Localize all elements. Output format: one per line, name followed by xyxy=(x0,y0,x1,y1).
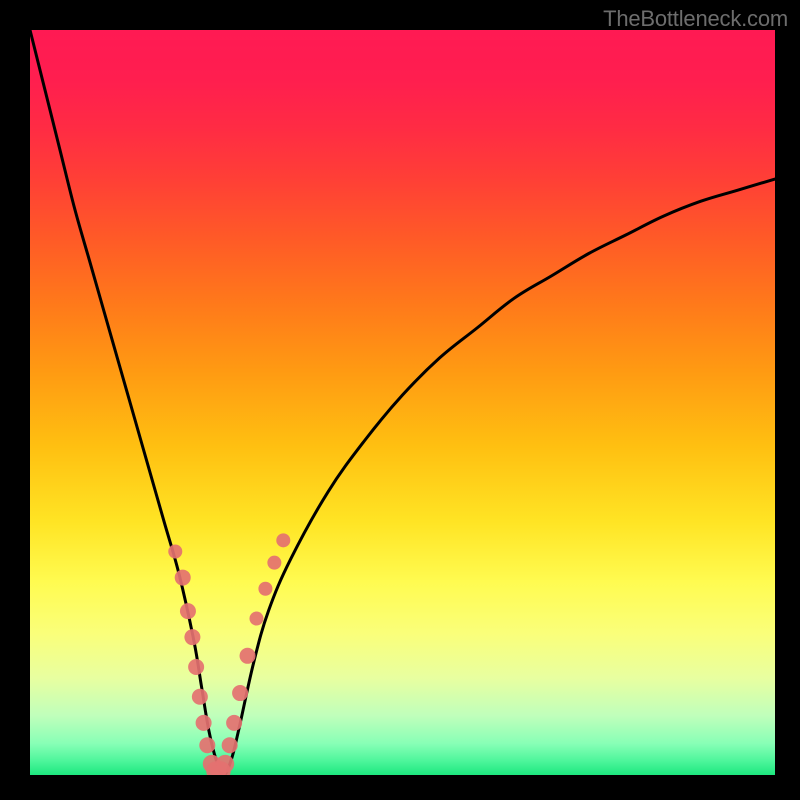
sample-point xyxy=(168,545,182,559)
sample-point xyxy=(258,582,272,596)
sample-point xyxy=(175,570,191,586)
watermark-text: TheBottleneck.com xyxy=(603,6,788,32)
sample-point xyxy=(276,533,290,547)
sample-point xyxy=(222,737,238,753)
sample-point xyxy=(226,715,242,731)
sample-point xyxy=(180,603,196,619)
sample-point xyxy=(192,689,208,705)
bottleneck-curve xyxy=(30,30,775,775)
sample-point xyxy=(240,648,256,664)
chart-frame: TheBottleneck.com xyxy=(0,0,800,800)
sample-point xyxy=(188,659,204,675)
sample-point xyxy=(216,755,234,773)
sample-point xyxy=(249,612,263,626)
plot-area xyxy=(30,30,775,775)
sample-points xyxy=(168,533,290,775)
sample-point xyxy=(232,685,248,701)
curve-layer xyxy=(30,30,775,775)
sample-point xyxy=(184,629,200,645)
sample-point xyxy=(196,715,212,731)
sample-point xyxy=(199,737,215,753)
sample-point xyxy=(267,556,281,570)
